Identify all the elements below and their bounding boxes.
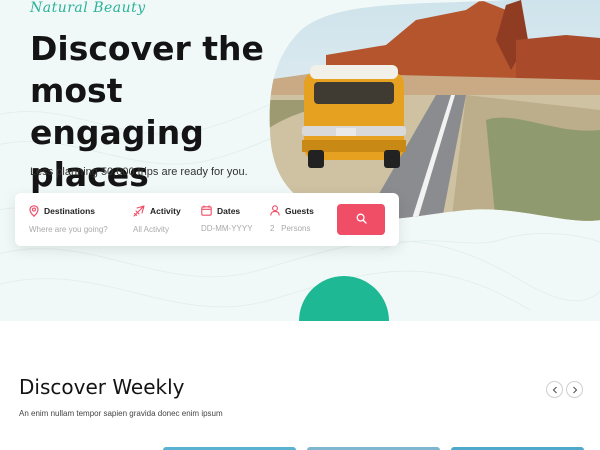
- chevron-left-icon: [552, 381, 558, 399]
- search-button[interactable]: [337, 204, 385, 235]
- search-icon: [356, 211, 367, 229]
- airplane-icon: [133, 205, 145, 217]
- calendar-icon: [201, 205, 212, 216]
- section-title: Discover Weekly: [19, 375, 185, 399]
- chevron-right-icon: [572, 381, 578, 399]
- carousel-prev-button[interactable]: [546, 381, 563, 398]
- dates-field[interactable]: Dates DD-MM-YYYY: [201, 205, 253, 233]
- section-subtitle: An enim nullam tempor sapien gravida don…: [19, 409, 223, 418]
- guests-label: Guests: [285, 205, 314, 216]
- destinations-input[interactable]: Where are you going?: [29, 225, 108, 234]
- hero-tagline: Natural Beauty: [30, 0, 146, 16]
- guests-unit: Persons: [281, 224, 311, 233]
- carousel-next-button[interactable]: [566, 381, 583, 398]
- hero-photo-van: [269, 0, 600, 221]
- guests-count: 2: [270, 224, 275, 233]
- guests-field[interactable]: Guests 2 Persons: [270, 205, 314, 233]
- activity-field[interactable]: Activity All Activity: [133, 205, 181, 234]
- activity-label: Activity: [150, 206, 181, 216]
- guests-input[interactable]: 2 Persons: [270, 224, 314, 233]
- hero-subtitle: Less planning 50,000 trips are ready for…: [30, 166, 248, 178]
- dates-input[interactable]: DD-MM-YYYY: [201, 224, 253, 233]
- activity-select[interactable]: All Activity: [133, 225, 181, 234]
- map-pin-icon: [29, 205, 39, 217]
- search-bar: Destinations Where are you going? Activi…: [15, 193, 399, 246]
- dates-label: Dates: [217, 205, 241, 216]
- user-icon: [270, 205, 280, 216]
- destinations-field[interactable]: Destinations Where are you going?: [29, 205, 108, 234]
- destinations-label: Destinations: [44, 206, 96, 216]
- hero-section: Natural Beauty Discover the most engagin…: [0, 0, 600, 321]
